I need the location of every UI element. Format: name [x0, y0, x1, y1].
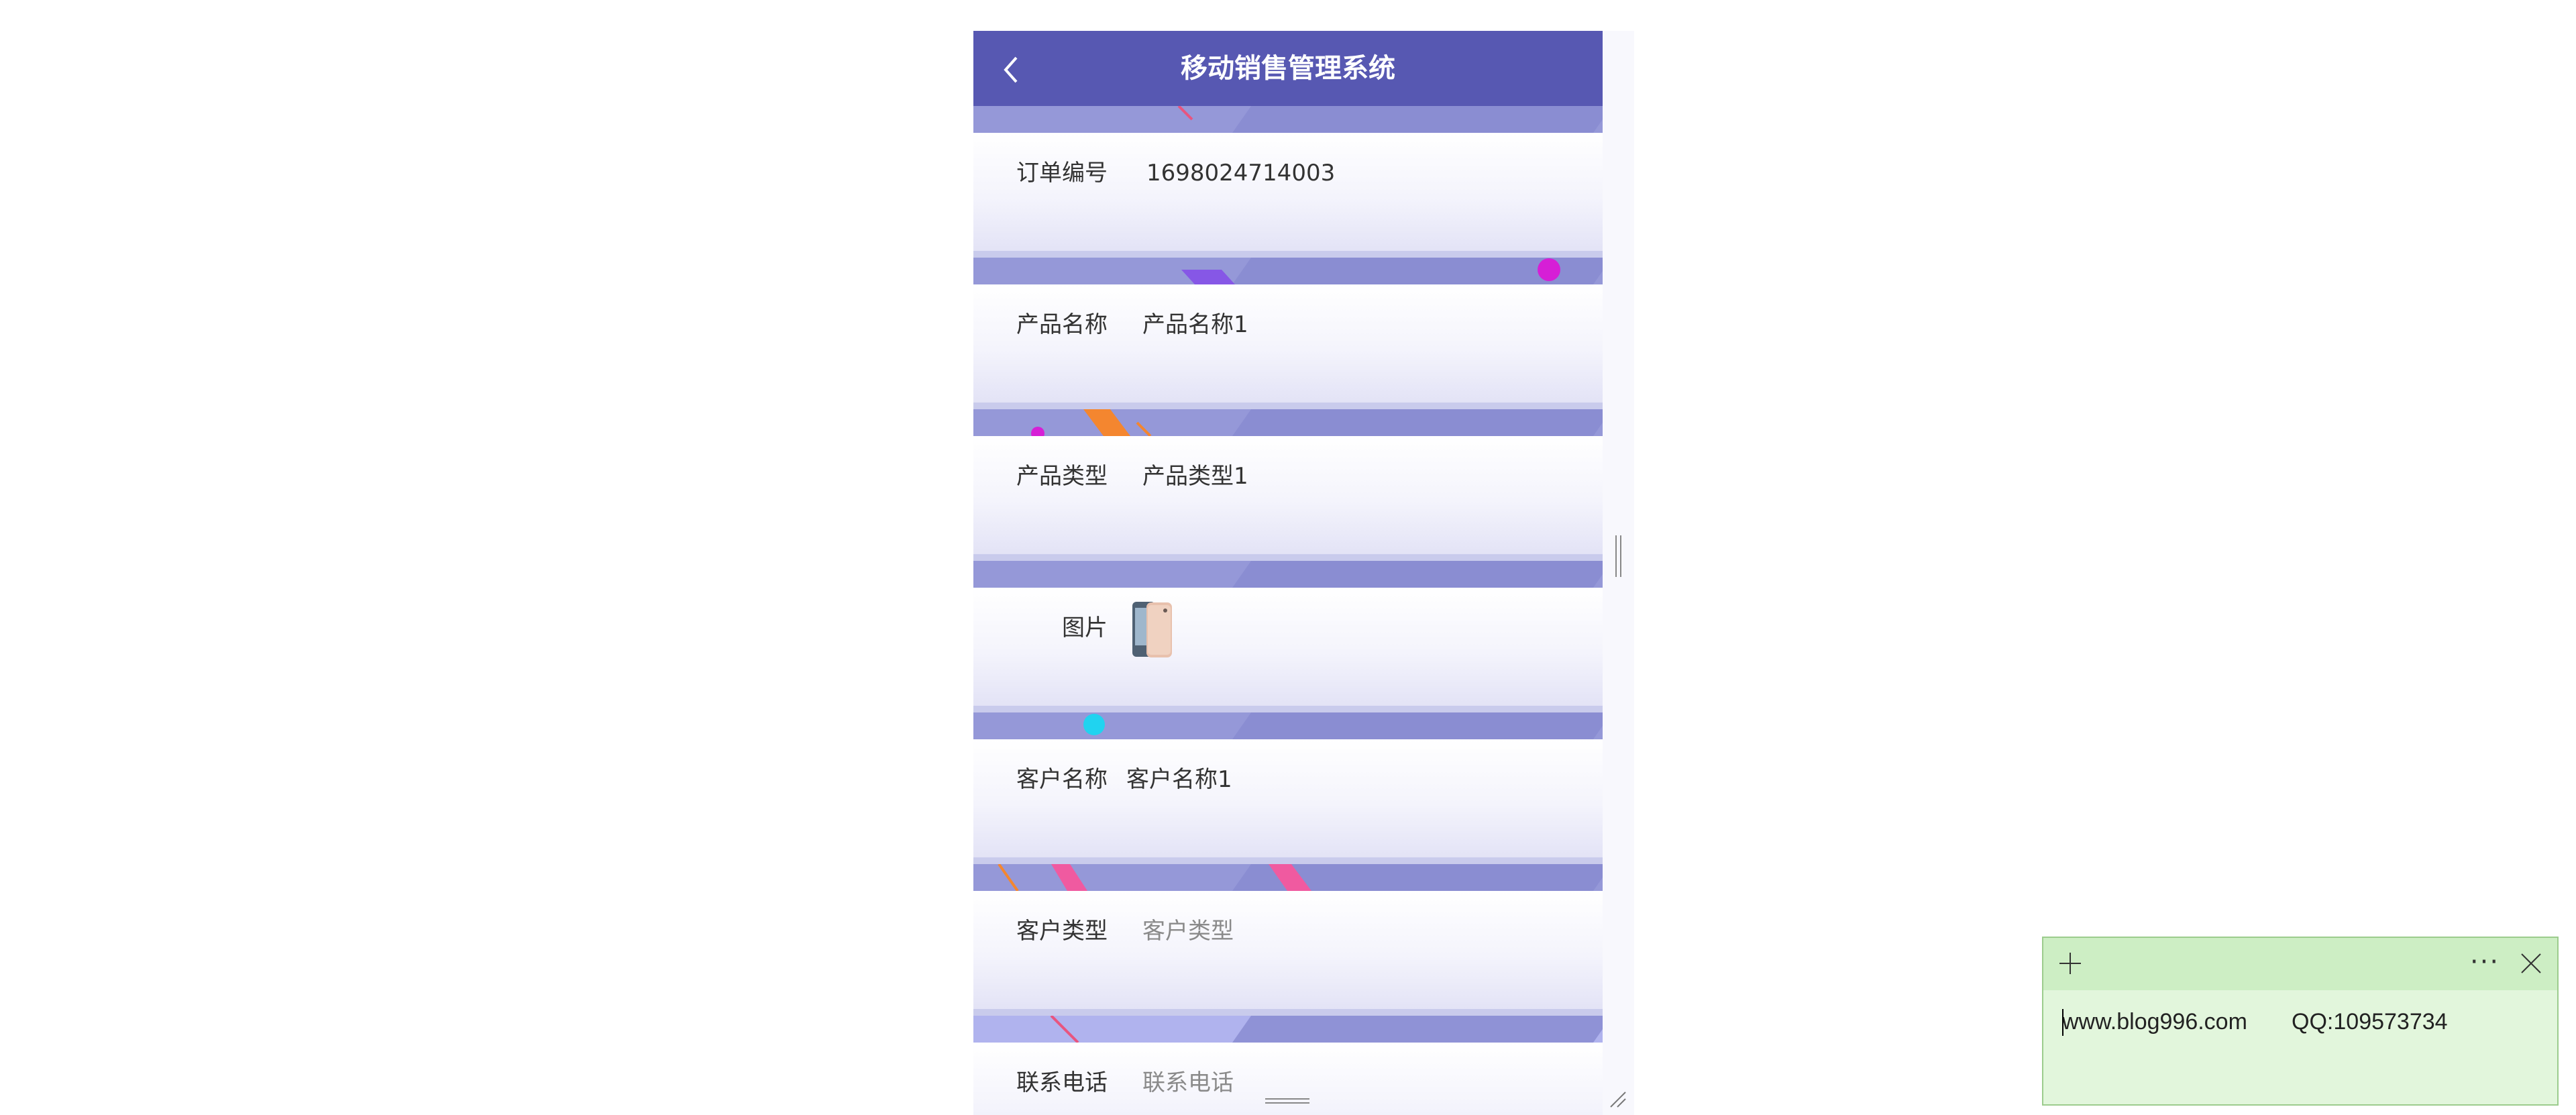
decorative-banner	[973, 561, 1603, 588]
product-name-value: 产品名称1	[1142, 311, 1248, 338]
sticky-note-toolbar: ···	[2043, 938, 2557, 990]
sticky-note[interactable]: ··· www.blog996.com QQ:109573734	[2042, 937, 2559, 1106]
field-product-type: 产品类型 产品类型1	[973, 436, 1603, 561]
text-cursor	[2062, 1009, 2063, 1036]
app-header: 移动销售管理系统	[973, 31, 1603, 106]
product-phone-image[interactable]	[1132, 601, 1173, 659]
decorative-banner	[973, 106, 1603, 133]
decorative-banner	[973, 712, 1603, 739]
bottom-drag-handle[interactable]	[1265, 1096, 1309, 1106]
field-label: 订单编号	[1016, 160, 1108, 187]
close-icon[interactable]	[2516, 949, 2546, 978]
decorative-banner	[973, 1016, 1603, 1043]
decorative-banner	[973, 258, 1603, 284]
field-customer-type[interactable]: 客户类型 客户类型	[973, 891, 1603, 1016]
product-type-value: 产品类型1	[1142, 463, 1248, 490]
field-customer-name: 客户名称 客户名称1	[973, 739, 1603, 864]
field-label: 产品类型	[1016, 463, 1108, 490]
field-label: 客户类型	[1016, 918, 1108, 945]
resize-grip-icon[interactable]	[1608, 1090, 1627, 1108]
contact-phone-input[interactable]: 联系电话	[1142, 1043, 1234, 1115]
vertical-scroll-handle[interactable]	[1614, 535, 1623, 577]
decorative-banner	[973, 864, 1603, 891]
order-detail-form[interactable]: 订单编号 1698024714003 产品名称 产品名称1 产品类型 产品类型1…	[973, 106, 1603, 1115]
customer-name-value: 客户名称1	[1126, 766, 1232, 793]
field-order-number: 订单编号 1698024714003	[973, 133, 1603, 258]
more-options-icon[interactable]: ···	[2465, 945, 2505, 982]
field-label: 图片	[1062, 615, 1108, 641]
customer-type-input[interactable]: 客户类型	[1142, 891, 1234, 971]
field-label: 客户名称	[1016, 766, 1108, 793]
order-number-value: 1698024714003	[1146, 160, 1336, 187]
field-label: 产品名称	[1016, 311, 1108, 338]
mobile-app-frame: 移动销售管理系统 订单编号 1698024714003 产品名称 产品名称1 产…	[973, 31, 1634, 1115]
back-arrow-icon[interactable]	[994, 51, 1031, 89]
field-image: 图片	[973, 588, 1603, 712]
field-product-name: 产品名称 产品名称1	[973, 284, 1603, 409]
field-label: 联系电话	[1016, 1069, 1108, 1096]
decorative-banner	[973, 409, 1603, 436]
plus-icon[interactable]	[2055, 949, 2085, 978]
page-title: 移动销售管理系统	[1181, 53, 1395, 84]
sticky-note-text[interactable]: www.blog996.com QQ:109573734	[2062, 1005, 2448, 1039]
